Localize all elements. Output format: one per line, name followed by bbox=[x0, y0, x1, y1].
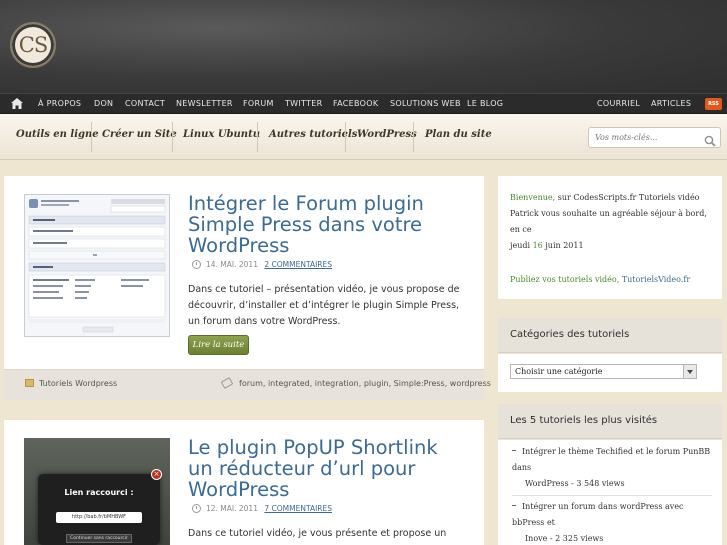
post-meta: 14. MAI. 2011 2 COMMENTAIRES bbox=[192, 260, 332, 269]
categories-header: Catégories des tutoriels bbox=[498, 318, 722, 353]
post-meta: 12. MAI. 2011 7 COMMENTAIRES bbox=[192, 504, 332, 513]
promo-link[interactable]: TutorielsVideo.fr bbox=[622, 275, 690, 284]
nav-forum[interactable]: FORUM bbox=[243, 99, 274, 108]
welcome-line1: sur CodesScripts.fr Tutoriels vidéo bbox=[555, 193, 700, 202]
welcome-line3a: jeudi bbox=[510, 241, 533, 250]
post-date: 12. MAI. 2011 bbox=[206, 504, 258, 513]
welcome-greeting: Bienvenue, bbox=[510, 193, 556, 202]
welcome-line2: Patrick vous souhaite un agréable séjour… bbox=[510, 209, 707, 234]
close-icon: × bbox=[151, 469, 162, 480]
site-logo[interactable]: CS bbox=[10, 22, 56, 68]
nav-articles[interactable]: ARTICLES bbox=[651, 99, 691, 108]
cat-wordpress[interactable]: WordPress bbox=[357, 129, 417, 140]
post-title[interactable]: Le plugin PopUP Shortlink un réducteur d… bbox=[188, 437, 468, 500]
categories-title: Catégories des tutoriels bbox=[510, 329, 630, 340]
nav-don[interactable]: DON bbox=[94, 99, 113, 108]
post-title[interactable]: Intégrer le Forum plugin Simple Press da… bbox=[188, 193, 468, 256]
folder-icon bbox=[25, 379, 34, 387]
post-date: 14. MAI. 2011 bbox=[206, 260, 258, 269]
search-input[interactable] bbox=[595, 131, 703, 144]
post-excerpt: Dans ce tutoriel vidéo, je vous présente… bbox=[188, 528, 447, 539]
cat-divider bbox=[91, 122, 92, 152]
popular-title: Les 5 tutoriels les plus visités bbox=[510, 415, 658, 426]
popular-item-line2: Inove - 2 325 views bbox=[525, 534, 604, 543]
category-select[interactable]: Choisir une catégorie bbox=[510, 364, 697, 379]
post-thumbnail[interactable]: Lien raccourci : http://bab.fr/bMHBWF Co… bbox=[24, 438, 170, 545]
popup-url-field: http://bab.fr/bMHBWF bbox=[56, 512, 142, 523]
bullet bbox=[512, 505, 516, 506]
post-category: Tutoriels Wordpress bbox=[25, 379, 117, 388]
post-tags-links[interactable]: forum, integrated, integration, plugin, … bbox=[239, 379, 491, 388]
category-select-value: Choisir une catégorie bbox=[515, 367, 603, 376]
post-excerpt: Dans ce tutoriel – présentation vidéo, j… bbox=[188, 284, 460, 327]
nav-solutions-web[interactable]: SOLUTIONS WEB bbox=[390, 99, 461, 108]
nav-twitter[interactable]: TWITTER bbox=[285, 99, 323, 108]
cat-creer-un-site[interactable]: Créer un Site bbox=[102, 129, 177, 140]
top-navigation: À PROPOS DON CONTACT NEWSLETTER FORUM TW… bbox=[0, 93, 727, 114]
welcome-line3b: juin 2011 bbox=[542, 241, 584, 250]
cat-divider bbox=[413, 122, 414, 152]
clock-icon bbox=[192, 260, 201, 269]
popular-header: Les 5 tutoriels les plus visités bbox=[498, 404, 722, 439]
post-category-link[interactable]: Tutoriels Wordpress bbox=[39, 379, 117, 388]
nav-courriel[interactable]: COURRIEL bbox=[597, 99, 640, 108]
nav-facebook[interactable]: FACEBOOK bbox=[333, 99, 378, 108]
cat-linux-ubuntu[interactable]: Linux Ubuntu bbox=[183, 129, 260, 140]
popup-title: Lien raccourci : bbox=[64, 488, 134, 497]
popup-dialog: Lien raccourci : http://bab.fr/bMHBWF Co… bbox=[38, 474, 160, 545]
welcome-box: Bienvenue, sur CodesScripts.fr Tutoriels… bbox=[498, 176, 722, 299]
post-comments-link[interactable]: 2 COMMENTAIRES bbox=[264, 260, 332, 269]
nav-newsletter[interactable]: NEWSLETTER bbox=[176, 99, 233, 108]
search-icon[interactable] bbox=[704, 132, 716, 147]
nav-le-blog[interactable]: LE BLOG bbox=[467, 99, 503, 108]
popular-item-line1: Intégrer le thème Techified et le forum … bbox=[512, 447, 711, 472]
clock-icon bbox=[192, 504, 201, 513]
popular-item[interactable]: Intégrer un forum dans wordPress avec bb… bbox=[512, 499, 712, 545]
cat-plan-du-site[interactable]: Plan du site bbox=[425, 129, 492, 140]
promo-label: Publiez vos tutoriels vidéo, bbox=[510, 275, 620, 284]
popular-item-line1: Intégrer un forum dans wordPress avec bb… bbox=[512, 502, 684, 527]
nav-contact[interactable]: CONTACT bbox=[125, 99, 165, 108]
cat-divider bbox=[172, 122, 173, 152]
post-comments-link[interactable]: 7 COMMENTAIRES bbox=[264, 504, 332, 513]
read-more-button[interactable]: Lire la suite bbox=[188, 335, 249, 355]
forum-screenshot-image bbox=[25, 195, 169, 336]
popular-list: Intégrer le thème Techified et le forum … bbox=[512, 444, 712, 545]
popular-item[interactable]: Intégrer le thème Techified et le forum … bbox=[512, 444, 712, 492]
popular-item-line2: WordPress - 3 548 views bbox=[525, 479, 625, 488]
search-box bbox=[588, 127, 721, 148]
home-icon[interactable] bbox=[11, 98, 23, 109]
promo-text: Publiez vos tutoriels vidéo, TutorielsVi… bbox=[510, 272, 715, 288]
divider bbox=[512, 495, 712, 496]
site-header: CS bbox=[0, 0, 727, 93]
cat-divider bbox=[345, 122, 346, 152]
nav-a-propos[interactable]: À PROPOS bbox=[38, 99, 81, 108]
welcome-day: 16 bbox=[532, 241, 543, 250]
cat-divider bbox=[257, 122, 258, 152]
logo-text: CS bbox=[18, 33, 48, 57]
post-tags: forum, integrated, integration, plugin, … bbox=[220, 377, 491, 389]
tag-icon bbox=[220, 377, 234, 389]
post-thumbnail[interactable] bbox=[24, 194, 170, 337]
chevron-down-icon bbox=[683, 365, 696, 378]
bullet bbox=[512, 450, 516, 451]
cat-outils-en-ligne[interactable]: Outils en ligne bbox=[16, 129, 99, 140]
welcome-text: Bienvenue, sur CodesScripts.fr Tutoriels… bbox=[510, 190, 715, 254]
popup-continue-button: Continuer sans raccourcir bbox=[66, 534, 132, 543]
rss-icon[interactable]: RSS bbox=[705, 98, 722, 110]
